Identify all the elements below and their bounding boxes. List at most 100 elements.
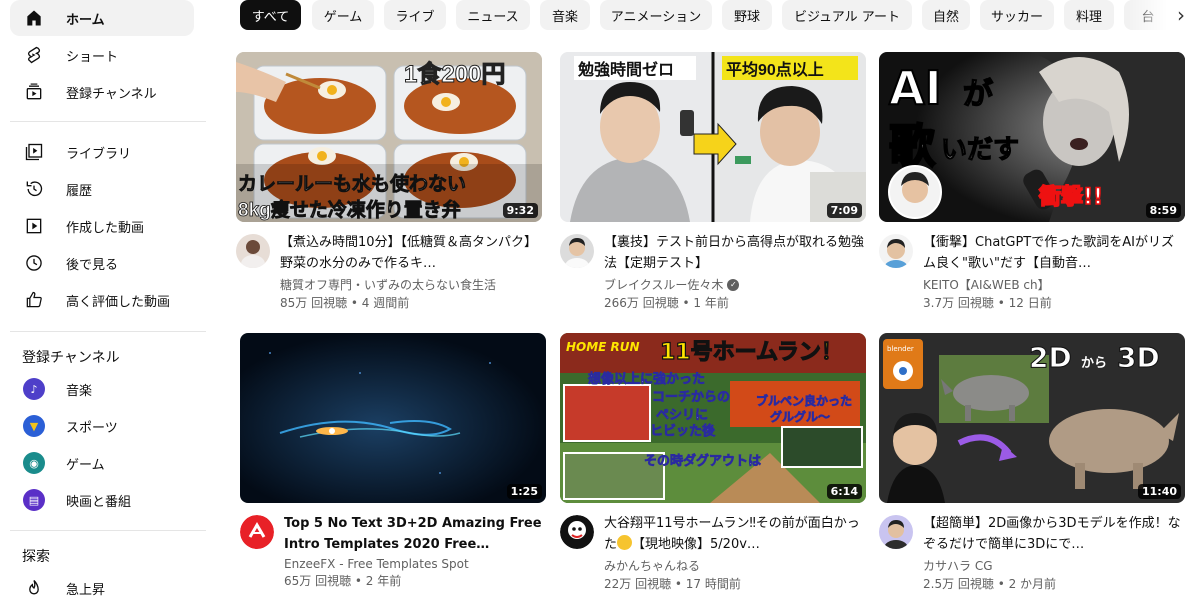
thumb-caption: AI	[889, 61, 942, 115]
sidebar-item-sports[interactable]: ▼ スポーツ	[10, 408, 194, 444]
sidebar-item-label: 履歴	[66, 183, 93, 199]
channel-name[interactable]: EnzeeFX - Free Templates Spot	[284, 557, 546, 571]
history-icon	[22, 177, 46, 201]
video-stats: 85万 回視聴 • 4 週間前	[280, 296, 410, 310]
video-thumbnail[interactable]: 1:25	[240, 333, 546, 503]
video-card: HOME RUN 11号ホームラン！ 想像以上に強かった コーチからの ペシリに…	[560, 333, 866, 591]
chip-music[interactable]: 音楽	[540, 0, 590, 30]
chip-baseball[interactable]: 野球	[722, 0, 772, 30]
liked-videos-icon	[22, 288, 46, 312]
channel-name-text: ブレイクスルー佐々木	[604, 278, 724, 292]
sidebar: ホーム ショート 登録チャンネル ライブラリ 履歴 作成した動画 後で見る 高く…	[0, 0, 210, 600]
thumb-caption: 平均90点以上	[726, 60, 824, 79]
grinning-face-emoji-icon	[617, 535, 633, 550]
channel-avatar[interactable]	[879, 515, 913, 549]
thumb-caption: 1食200円	[404, 60, 505, 88]
subscriptions-heading: 登録チャンネル	[22, 350, 120, 366]
chip-nature[interactable]: 自然	[922, 0, 970, 30]
thumb-caption: 2D	[1029, 341, 1072, 374]
video-title[interactable]: 【裏技】テスト前日から高得点が取れる勉強法【定期テスト】	[604, 232, 866, 274]
video-title-part: 【現地映像】5/20v…	[632, 537, 760, 552]
video-thumbnail[interactable]: 勉強時間ゼロ 平均90点以上 7:09	[560, 52, 866, 222]
sidebar-divider	[10, 331, 206, 332]
sidebar-item-music[interactable]: ♪ 音楽	[10, 371, 194, 407]
duration-badge: 9:32	[502, 203, 538, 218]
channel-avatar[interactable]	[879, 234, 913, 268]
verified-check-icon: ✓	[727, 278, 740, 291]
video-stats: 3.7万 回視聴 • 12 日前	[923, 296, 1052, 310]
sidebar-item-home[interactable]: ホーム	[10, 0, 194, 36]
channel-avatar[interactable]	[560, 234, 594, 268]
sidebar-item-library[interactable]: ライブラリ	[10, 134, 194, 170]
video-thumbnail[interactable]: AI が 歌 いだす 衝撃!! 8:59	[879, 52, 1185, 222]
thumb-caption: ヒビッた後	[650, 423, 716, 439]
category-chip-bar: すべて ゲーム ライブ ニュース 音楽 アニメーション 野球 ビジュアル アート…	[240, 0, 1200, 30]
chip-live[interactable]: ライブ	[384, 0, 446, 30]
thumb-caption: 3D	[1117, 341, 1160, 374]
channel-avatar[interactable]	[560, 515, 594, 549]
channel-name[interactable]: 糖質オフ専門・いずみの太らない食生活	[280, 276, 542, 293]
chip-news[interactable]: ニュース	[456, 0, 530, 30]
video-title[interactable]: Top 5 No Text 3D+2D Amazing Free Intro T…	[284, 513, 546, 555]
sidebar-item-subscriptions[interactable]: 登録チャンネル	[10, 74, 194, 110]
video-stats: 65万 回視聴 • 2 年前	[284, 574, 402, 588]
video-card: 1:25 Top 5 No Text 3D+2D Amazing Free In…	[240, 333, 546, 588]
sidebar-item-label: 音楽	[66, 383, 93, 399]
sidebar-item-movies[interactable]: ▤ 映画と番組	[10, 482, 194, 518]
thumb-caption: いだす	[941, 135, 1019, 165]
duration-badge: 11:40	[1137, 484, 1181, 499]
sidebar-item-your-videos[interactable]: 作成した動画	[10, 208, 194, 244]
video-title[interactable]: 【衝撃】ChatGPTで作った歌詞をAIがリズム良く"歌い"だす【自動音…	[923, 232, 1185, 274]
thumb-caption: 歌	[889, 119, 936, 173]
video-title[interactable]: 大谷翔平11号ホームラン‼その前が面白かった 【現地映像】5/20v…	[604, 513, 866, 555]
chip-visual-art[interactable]: ビジュアル アート	[782, 0, 912, 30]
channel-name[interactable]: カサハラ CG	[923, 557, 1185, 574]
video-card: blender 2D から 3D 11:40 【超簡単】2D画像から3Dモデルを…	[879, 333, 1185, 591]
sidebar-item-label: 作成した動画	[66, 220, 145, 236]
thumb-caption: グルグル〜	[770, 409, 830, 424]
video-title[interactable]: 【煮込み時間10分】【低糖質＆高タンパク】野菜の水分のみで作るキ…	[280, 232, 542, 274]
video-stats: 266万 回視聴 • 1 年前	[604, 296, 729, 310]
thumb-caption: コーチからの	[652, 390, 730, 405]
channel-name[interactable]: ブレイクスルー佐々木 ✓	[604, 276, 866, 293]
sidebar-item-label: ライブラリ	[66, 146, 132, 162]
gaming-icon: ◉	[22, 451, 46, 475]
sidebar-item-label: 高く評価した動画	[66, 294, 171, 310]
channel-name-text: 糖質オフ専門・いずみの太らない食生活	[280, 278, 497, 292]
trending-fire-icon	[22, 576, 46, 600]
chip-gaming[interactable]: ゲーム	[312, 0, 374, 30]
sidebar-item-watch-later[interactable]: 後で見る	[10, 245, 194, 281]
video-stats: 2.5万 回視聴 • 2 か月前	[923, 577, 1057, 591]
video-thumbnail[interactable]: HOME RUN 11号ホームラン！ 想像以上に強かった コーチからの ペシリに…	[560, 333, 866, 503]
sidebar-item-shorts[interactable]: ショート	[10, 37, 194, 73]
video-thumbnail[interactable]: blender 2D から 3D 11:40	[879, 333, 1185, 503]
thumb-caption: から	[1081, 356, 1107, 371]
channel-avatar[interactable]	[240, 515, 274, 549]
thumb-caption: 衝撃!!	[1038, 185, 1103, 210]
thumb-caption: blender	[887, 345, 914, 353]
thumb-caption: ブルペン良かった	[756, 393, 852, 408]
thumb-caption: その時ダグアウトは	[644, 453, 761, 469]
video-card: AI が 歌 いだす 衝撃!! 8:59 【衝撃】ChatGPTで作った歌詞をA…	[879, 52, 1185, 310]
channel-name-text: カサハラ CG	[923, 559, 993, 573]
channel-name[interactable]: みかんちゃんねる	[604, 557, 866, 574]
sidebar-item-history[interactable]: 履歴	[10, 171, 194, 207]
chip-cooking[interactable]: 料理	[1064, 0, 1114, 30]
channel-name[interactable]: KEITO【AI&WEB ch】	[923, 276, 1185, 293]
video-thumbnail[interactable]: 1食200円 カレールーも水も使わない 8kg痩せた冷凍作り置き弁 9:32	[236, 52, 542, 222]
chip-all[interactable]: すべて	[240, 0, 301, 30]
subscriptions-icon	[22, 80, 46, 104]
sidebar-item-trending[interactable]: 急上昇	[10, 570, 194, 600]
sidebar-item-gaming[interactable]: ◉ ゲーム	[10, 445, 194, 481]
chip-soccer[interactable]: サッカー	[980, 0, 1054, 30]
channel-avatar[interactable]	[236, 234, 270, 268]
video-title[interactable]: 【超簡単】2D画像から3Dモデルを作成！なぞるだけで簡単に3Dにで…	[923, 513, 1185, 555]
duration-badge: 8:59	[1145, 203, 1181, 218]
sidebar-divider	[10, 121, 206, 122]
music-icon: ♪	[22, 377, 46, 401]
shorts-icon	[22, 43, 46, 67]
sidebar-item-liked-videos[interactable]: 高く評価した動画	[10, 282, 194, 318]
chevron-right-icon[interactable]: ›	[1166, 0, 1196, 30]
home-icon	[22, 6, 46, 30]
chip-animation[interactable]: アニメーション	[600, 0, 712, 30]
